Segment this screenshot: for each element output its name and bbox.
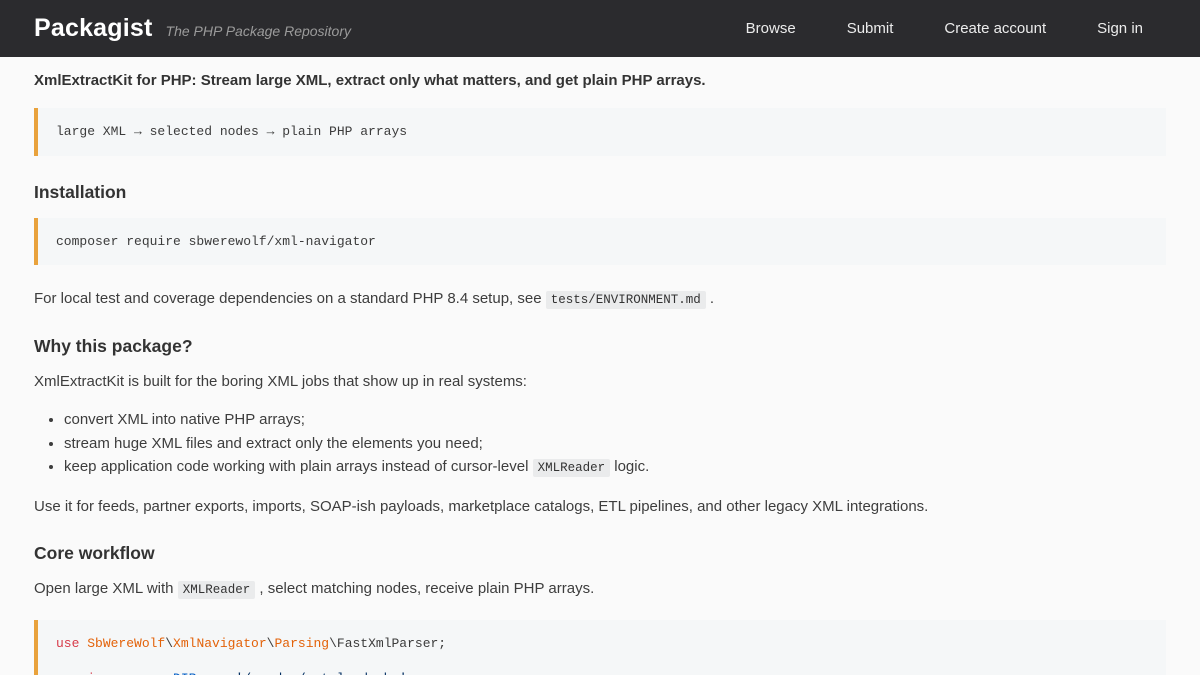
code-line: use SbWereWolf\XmlNavigator\Parsing\Fast… — [56, 635, 1148, 653]
brand-name: Packagist — [34, 14, 153, 43]
core-workflow-intro: Open large XML with XMLReader , select m… — [34, 579, 1166, 600]
brand-tagline: The PHP Package Repository — [166, 23, 351, 39]
why-intro: XmlExtractKit is built for the boring XM… — [34, 372, 1166, 392]
readme-content: XmlExtractKit for PHP: Stream large XML,… — [0, 57, 1200, 675]
top-nav-links: Browse Submit Create account Sign in — [746, 20, 1166, 37]
package-intro-title: XmlExtractKit for PHP: Stream large XML,… — [34, 72, 1166, 89]
installation-note: For local test and coverage dependencies… — [34, 289, 1166, 310]
inline-code: tests/ENVIRONMENT.md — [546, 291, 706, 309]
code-line — [56, 652, 1148, 670]
php-example-codeblock: use SbWereWolf\XmlNavigator\Parsing\Fast… — [34, 620, 1166, 675]
composer-command-codeblock: composer require sbwerewolf/xml-navigato… — [34, 218, 1166, 266]
list-item: keep application code working with plain… — [64, 459, 1166, 477]
core-workflow-heading: Core workflow — [34, 543, 1166, 564]
top-nav-bar: Packagist The PHP Package Repository Bro… — [0, 0, 1200, 57]
nav-submit[interactable]: Submit — [847, 20, 894, 37]
inline-code: XMLReader — [178, 581, 256, 599]
inline-code: XMLReader — [533, 459, 611, 477]
code-line: require_once __DIR__ . '/vendor/autoload… — [56, 670, 1148, 675]
why-outro: Use it for feeds, partner exports, impor… — [34, 497, 1166, 517]
nav-sign-in[interactable]: Sign in — [1097, 20, 1143, 37]
composer-command-code: composer require sbwerewolf/xml-navigato… — [56, 233, 1148, 251]
flow-summary-code: large XML → selected nodes → plain PHP a… — [56, 123, 1148, 141]
list-item: convert XML into native PHP arrays; — [64, 412, 1166, 428]
packagist-logo[interactable]: Packagist The PHP Package Repository — [34, 14, 351, 43]
why-heading: Why this package? — [34, 336, 1166, 357]
nav-create-account[interactable]: Create account — [944, 20, 1046, 37]
installation-heading: Installation — [34, 182, 1166, 203]
flow-summary-codeblock: large XML → selected nodes → plain PHP a… — [34, 108, 1166, 156]
why-bullet-list: convert XML into native PHP arrays; stre… — [34, 412, 1166, 477]
nav-browse[interactable]: Browse — [746, 20, 796, 37]
list-item: stream huge XML files and extract only t… — [64, 436, 1166, 452]
